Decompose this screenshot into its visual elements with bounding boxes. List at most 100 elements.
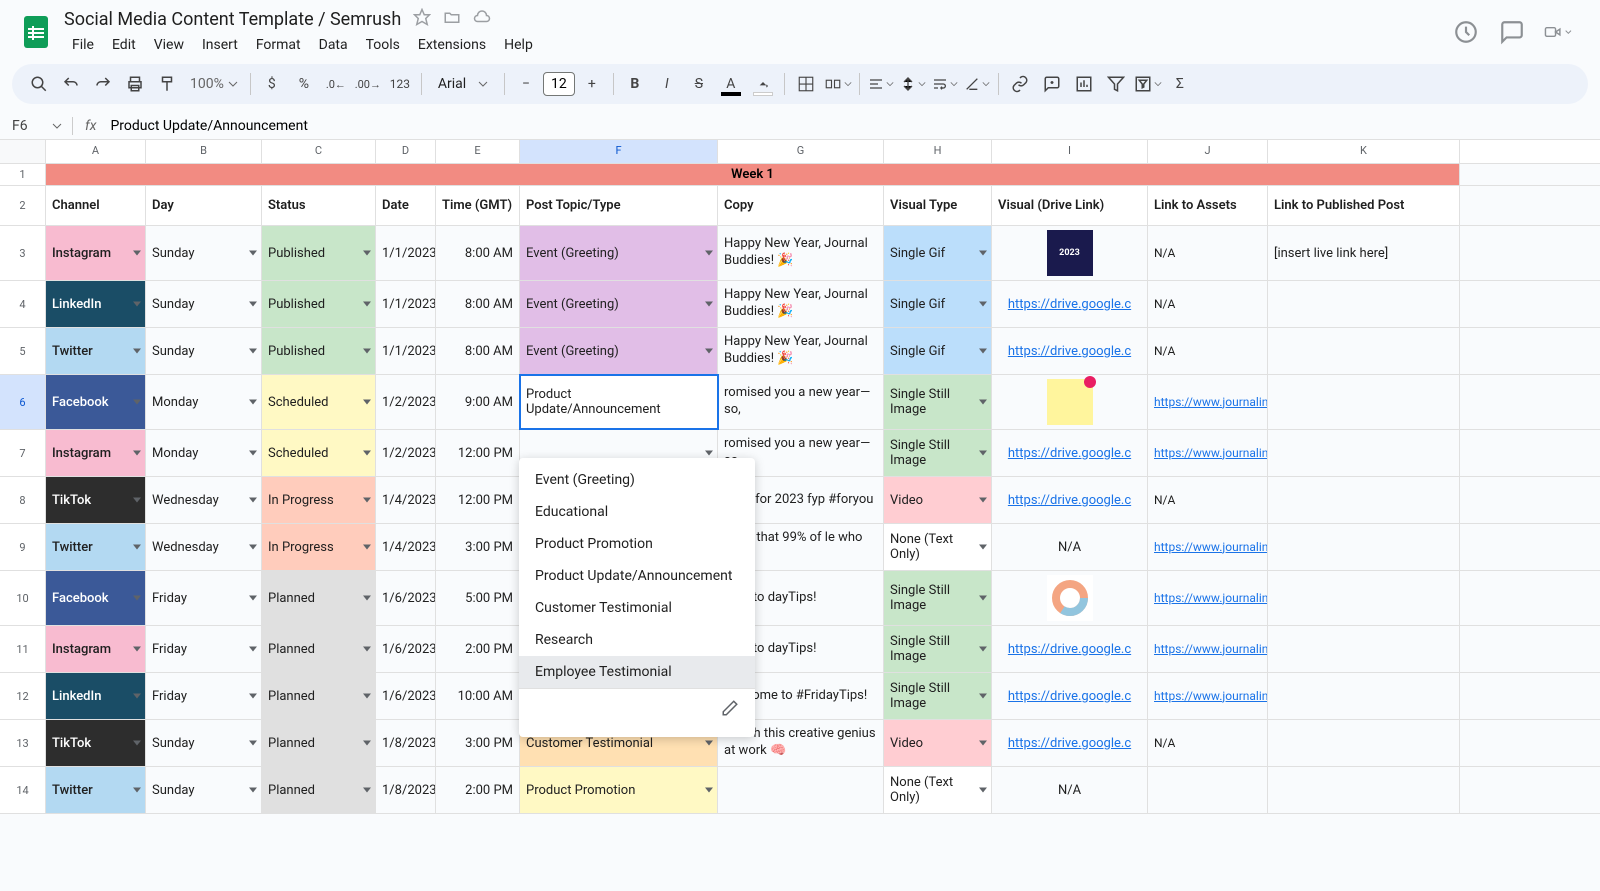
row-header-2[interactable]: 2	[0, 186, 46, 225]
row-header-1[interactable]: 1	[0, 164, 46, 185]
link-icon[interactable]	[1005, 69, 1035, 99]
currency-icon[interactable]: $	[257, 69, 287, 99]
cell-visual-link[interactable]: https://drive.google.c	[992, 626, 1148, 672]
cell-channel[interactable]: Instagram	[46, 430, 146, 476]
cell-date[interactable]: 1/2/2023	[376, 430, 436, 476]
zoom-select[interactable]: 100%	[184, 74, 244, 94]
cell-date[interactable]: 1/8/2023	[376, 720, 436, 766]
dropdown-option[interactable]: Research	[519, 624, 755, 656]
cell-visual-link[interactable]: https://drive.google.c	[992, 281, 1148, 327]
cell-visual-type[interactable]: Single Gif	[884, 281, 992, 327]
menu-format[interactable]: Format	[248, 33, 309, 57]
cell-published[interactable]	[1268, 767, 1460, 813]
cell-day[interactable]: Monday	[146, 375, 262, 429]
star-icon[interactable]	[413, 8, 431, 31]
header-channel[interactable]: Channel	[46, 186, 146, 225]
cell-time[interactable]: 5:00 PM	[436, 571, 520, 625]
cell-topic[interactable]: Product Update/Announcement	[520, 375, 718, 429]
cell-time[interactable]: 3:00 PM	[436, 524, 520, 570]
visual-link[interactable]: https://drive.google.c	[1008, 493, 1131, 508]
menu-tools[interactable]: Tools	[358, 33, 408, 57]
row-header-8[interactable]: 8	[0, 477, 46, 523]
cell-assets[interactable]: https://www.journalingwithfrien	[1148, 626, 1268, 672]
sheets-logo[interactable]	[16, 12, 56, 52]
wrap-icon[interactable]	[930, 69, 960, 99]
header-post-topic-type[interactable]: Post Topic/Type	[520, 186, 718, 225]
cell-date[interactable]: 1/6/2023	[376, 626, 436, 672]
cloud-icon[interactable]	[473, 8, 491, 31]
cell-visual-link[interactable]: 2023	[992, 226, 1148, 280]
cell-day[interactable]: Wednesday	[146, 524, 262, 570]
cell-topic[interactable]: Event (Greeting)	[520, 226, 718, 280]
visual-link[interactable]: https://drive.google.c	[1008, 689, 1131, 704]
cell-status[interactable]: Published	[262, 226, 376, 280]
cell-published[interactable]	[1268, 375, 1460, 429]
cell-date[interactable]: 1/4/2023	[376, 477, 436, 523]
cell-status[interactable]: Planned	[262, 626, 376, 672]
menu-file[interactable]: File	[64, 33, 102, 57]
row-header-12[interactable]: 12	[0, 673, 46, 719]
cell-channel[interactable]: Instagram	[46, 626, 146, 672]
percent-icon[interactable]: %	[289, 69, 319, 99]
row-header-13[interactable]: 13	[0, 720, 46, 766]
cell-status[interactable]: Scheduled	[262, 430, 376, 476]
cell-time[interactable]: 2:00 PM	[436, 626, 520, 672]
cell-published[interactable]	[1268, 524, 1460, 570]
cell-visual-type[interactable]: Single Still Image	[884, 375, 992, 429]
cell-visual-type[interactable]: Single Still Image	[884, 430, 992, 476]
cell-published[interactable]	[1268, 720, 1460, 766]
dropdown-option[interactable]: Event (Greeting)	[519, 464, 755, 496]
redo-icon[interactable]	[88, 69, 118, 99]
chart-icon[interactable]	[1069, 69, 1099, 99]
cell-time[interactable]: 12:00 PM	[436, 430, 520, 476]
cell-visual-type[interactable]: None (Text Only)	[884, 524, 992, 570]
cell-published[interactable]	[1268, 328, 1460, 374]
cell-status[interactable]: Planned	[262, 673, 376, 719]
header-day[interactable]: Day	[146, 186, 262, 225]
col-header-H[interactable]: H	[884, 140, 992, 163]
cell-topic[interactable]: Event (Greeting)	[520, 281, 718, 327]
decrease-decimal-icon[interactable]: .0←	[321, 69, 351, 99]
cell-channel[interactable]: LinkedIn	[46, 281, 146, 327]
cell-channel[interactable]: Instagram	[46, 226, 146, 280]
cell-status[interactable]: Published	[262, 281, 376, 327]
rotate-icon[interactable]	[962, 69, 992, 99]
menu-extensions[interactable]: Extensions	[410, 33, 494, 57]
doc-title[interactable]: Social Media Content Template / Semrush	[64, 9, 401, 30]
print-icon[interactable]	[120, 69, 150, 99]
fill-color-icon[interactable]	[748, 69, 778, 99]
cell-status[interactable]: In Progress	[262, 477, 376, 523]
col-header-G[interactable]: G	[718, 140, 884, 163]
comment-icon[interactable]	[1037, 69, 1067, 99]
cell-assets[interactable]: N/A	[1148, 281, 1268, 327]
cell-channel[interactable]: LinkedIn	[46, 673, 146, 719]
cell-assets[interactable]: https://www.journalingwithfrien	[1148, 673, 1268, 719]
cell-day[interactable]: Friday	[146, 673, 262, 719]
cell-day[interactable]: Monday	[146, 430, 262, 476]
formula-input[interactable]	[108, 116, 1588, 136]
cell-copy[interactable]: Happy New Year, Journal Buddies! 🎉	[718, 226, 884, 280]
cell-day[interactable]: Sunday	[146, 226, 262, 280]
cell-visual-link[interactable]: https://drive.google.c	[992, 328, 1148, 374]
cell-status[interactable]: Planned	[262, 720, 376, 766]
visual-link[interactable]: https://drive.google.c	[1008, 446, 1131, 461]
col-header-D[interactable]: D	[376, 140, 436, 163]
cell-channel[interactable]: Twitter	[46, 524, 146, 570]
header-date[interactable]: Date	[376, 186, 436, 225]
cell-time[interactable]: 10:00 AM	[436, 673, 520, 719]
cell-visual-link[interactable]	[992, 571, 1148, 625]
row-header-5[interactable]: 5	[0, 328, 46, 374]
row-header-7[interactable]: 7	[0, 430, 46, 476]
cell-date[interactable]: 1/1/2023	[376, 281, 436, 327]
dropdown-option[interactable]: Customer Testimonial	[519, 592, 755, 624]
menu-help[interactable]: Help	[496, 33, 541, 57]
cell-visual-link[interactable]: https://drive.google.c	[992, 673, 1148, 719]
col-header-A[interactable]: A	[46, 140, 146, 163]
cell-assets[interactable]: https://www.journalingwithfrien	[1148, 524, 1268, 570]
cell-visual-link[interactable]: https://drive.google.c	[992, 720, 1148, 766]
thumbnail-image[interactable]	[1047, 575, 1093, 621]
cell-time[interactable]: 12:00 PM	[436, 477, 520, 523]
cell-visual-type[interactable]: Video	[884, 720, 992, 766]
menu-data[interactable]: Data	[311, 33, 356, 57]
cell-channel[interactable]: Facebook	[46, 375, 146, 429]
